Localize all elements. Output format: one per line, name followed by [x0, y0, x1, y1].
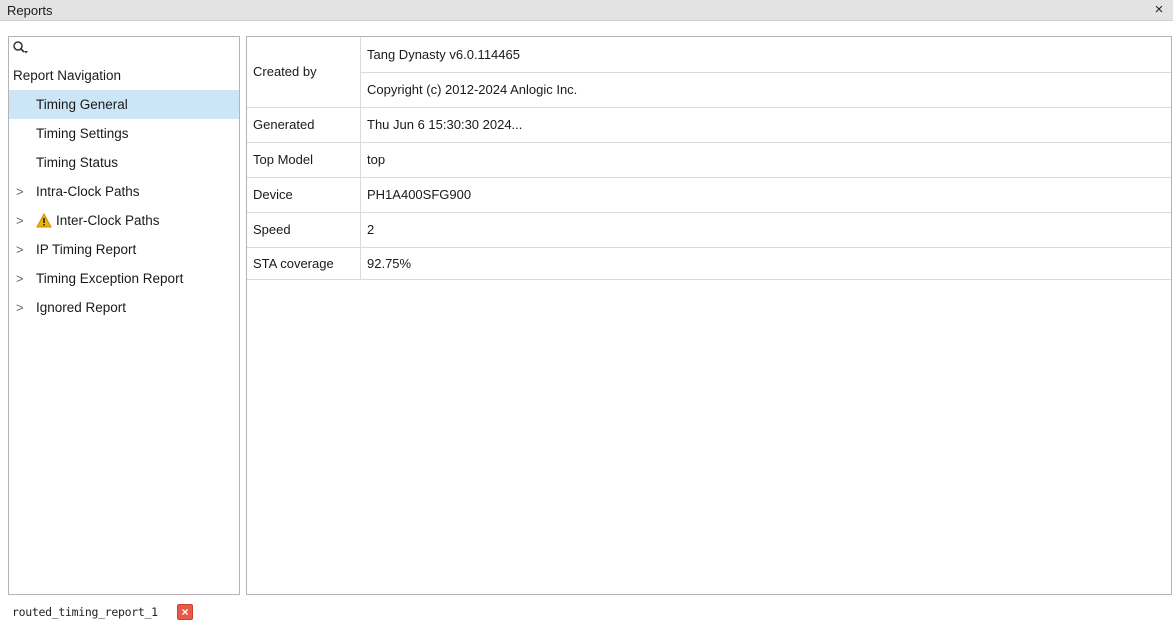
label-device: Device [253, 187, 293, 202]
chevron-right-icon[interactable]: > [16, 235, 24, 264]
label-sta-coverage: STA coverage [253, 256, 334, 271]
label-top-model: Top Model [253, 152, 313, 167]
reports-titlebar: Reports × [0, 0, 1173, 21]
tree-item-inter-clock-paths[interactable]: > Inter-Clock Paths [9, 206, 239, 235]
tree-item-ignored-report[interactable]: > Ignored Report [9, 293, 239, 322]
tree-item-label: Inter-Clock Paths [56, 213, 160, 228]
report-navigation-panel: Report Navigation Timing General Timing … [8, 36, 240, 595]
tree-item-ip-timing-report[interactable]: > IP Timing Report [9, 235, 239, 264]
tree-item-timing-exception-report[interactable]: > Timing Exception Report [9, 264, 239, 293]
tree-header-report-navigation[interactable]: Report Navigation [9, 61, 239, 90]
tree-item-label: Ignored Report [36, 300, 127, 315]
value-device: PH1A400SFG900 [367, 187, 472, 202]
chevron-right-icon[interactable]: > [16, 177, 24, 206]
report-tab-label[interactable]: routed_timing_report_1 [12, 605, 158, 619]
close-tab-icon[interactable]: × [177, 604, 193, 620]
window-title: Reports [7, 3, 53, 18]
value-speed: 2 [367, 222, 375, 237]
report-tab[interactable]: routed_timing_report_1 × [0, 599, 200, 624]
value-copyright: Copyright (c) 2012-2024 Anlogic Inc. [367, 82, 578, 97]
label-generated: Generated [253, 117, 315, 132]
value-sta-coverage: 92.75% [367, 256, 412, 271]
tree-item-label: Intra-Clock Paths [36, 184, 140, 199]
chevron-right-icon[interactable]: > [16, 264, 24, 293]
row-divider [247, 142, 1171, 143]
report-details-panel: Created by Tang Dynasty v6.0.114465 Copy… [246, 36, 1172, 595]
label-created-by: Created by [253, 64, 317, 79]
tree-item-timing-settings[interactable]: Timing Settings [9, 119, 239, 148]
chevron-right-icon[interactable]: > [16, 293, 24, 322]
search-icon[interactable] [12, 40, 34, 56]
value-generated: Thu Jun 6 15:30:30 2024... [367, 117, 523, 132]
warning-icon [36, 213, 52, 228]
row-divider [247, 212, 1171, 213]
tree-item-timing-status[interactable]: Timing Status [9, 148, 239, 177]
search-bar[interactable] [9, 37, 239, 60]
tree-item-label: Timing General [36, 97, 128, 112]
tree-item-timing-general[interactable]: Timing General [9, 90, 239, 119]
tree-item-label: Timing Exception Report [36, 271, 184, 286]
tree-header-label: Report Navigation [13, 68, 122, 83]
close-icon[interactable]: × [1151, 1, 1167, 19]
tree-item-intra-clock-paths[interactable]: > Intra-Clock Paths [9, 177, 239, 206]
tree-item-label: Timing Settings [36, 126, 129, 141]
row-divider [247, 279, 1171, 280]
tree-item-label: IP Timing Report [36, 242, 137, 257]
value-top-model: top [367, 152, 386, 167]
value-created-by-tool: Tang Dynasty v6.0.114465 [367, 47, 520, 62]
label-speed: Speed [253, 222, 291, 237]
chevron-right-icon[interactable]: > [16, 206, 24, 235]
tree-item-label: Timing Status [36, 155, 119, 170]
